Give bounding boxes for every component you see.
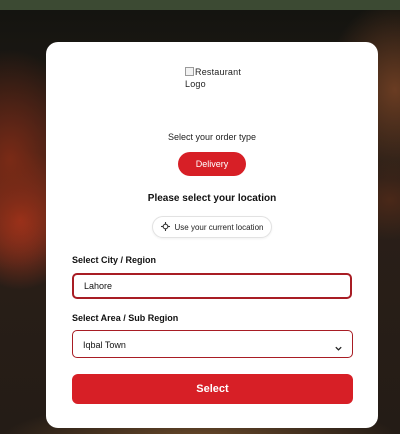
crosshair-icon (160, 221, 170, 233)
broken-image-icon (185, 67, 194, 76)
top-stripe (0, 0, 400, 10)
area-label: Select Area / Sub Region (72, 313, 179, 323)
location-modal: Restaurant Logo Select your order type D… (46, 42, 378, 428)
chevron-down-icon (334, 340, 343, 358)
location-heading: Please select your location (147, 193, 277, 204)
current-location-label: Use your current location (174, 222, 264, 232)
select-button[interactable]: Select (72, 374, 353, 404)
city-input[interactable] (72, 273, 352, 299)
use-current-location-button[interactable]: Use your current location (152, 216, 272, 238)
order-type-label: Select your order type (167, 132, 257, 142)
delivery-button[interactable]: Delivery (178, 152, 246, 176)
city-label: Select City / Region (72, 255, 157, 265)
area-selected-value: Iqbal Town (83, 340, 126, 350)
restaurant-logo: Restaurant Logo (185, 66, 255, 94)
area-select[interactable]: Iqbal Town (72, 330, 353, 358)
